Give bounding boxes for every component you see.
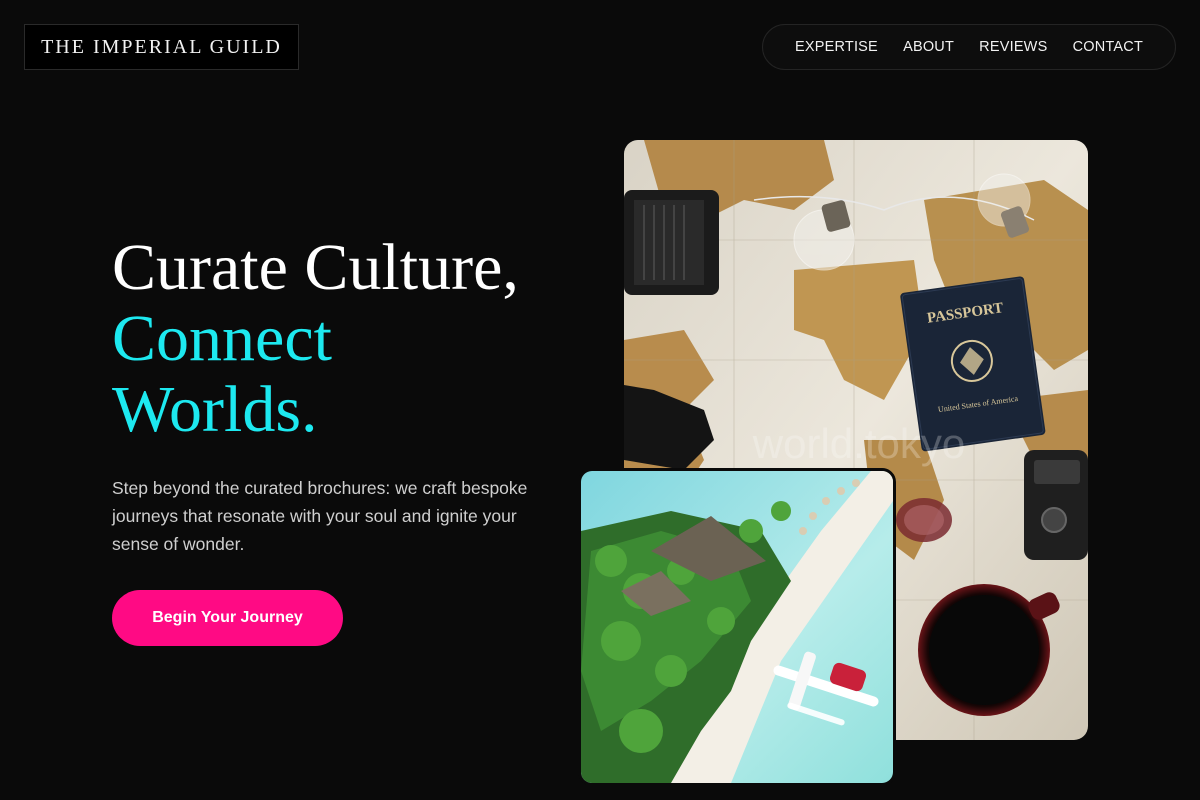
radio-icon (1024, 450, 1088, 560)
camera-lens-icon (624, 190, 719, 295)
nav-item-contact[interactable]: CONTACT (1073, 39, 1143, 55)
hero-title-line-1: Curate Culture, (112, 231, 519, 304)
nav-item-expertise[interactable]: EXPERTISE (795, 39, 878, 55)
hero-title: Curate Culture, Connect Worlds. (112, 232, 592, 445)
hero-subtitle: Step beyond the curated brochures: we cr… (112, 478, 528, 554)
nav-item-reviews[interactable]: REVIEWS (979, 39, 1047, 55)
nav-item-about[interactable]: ABOUT (903, 39, 954, 55)
hero-title-line-2: Connect (112, 302, 332, 375)
main-nav: EXPERTISE ABOUT REVIEWS CONTACT (762, 24, 1176, 70)
island-resort-photo (578, 468, 896, 786)
sunglasses-icon (896, 498, 952, 542)
hero-title-line-3: Worlds. (112, 373, 318, 446)
brand-logo[interactable]: THE IMPERIAL GUILD (24, 24, 299, 70)
image-watermark: world.tokyo (752, 420, 965, 467)
begin-journey-button[interactable]: Begin Your Journey (112, 590, 343, 646)
